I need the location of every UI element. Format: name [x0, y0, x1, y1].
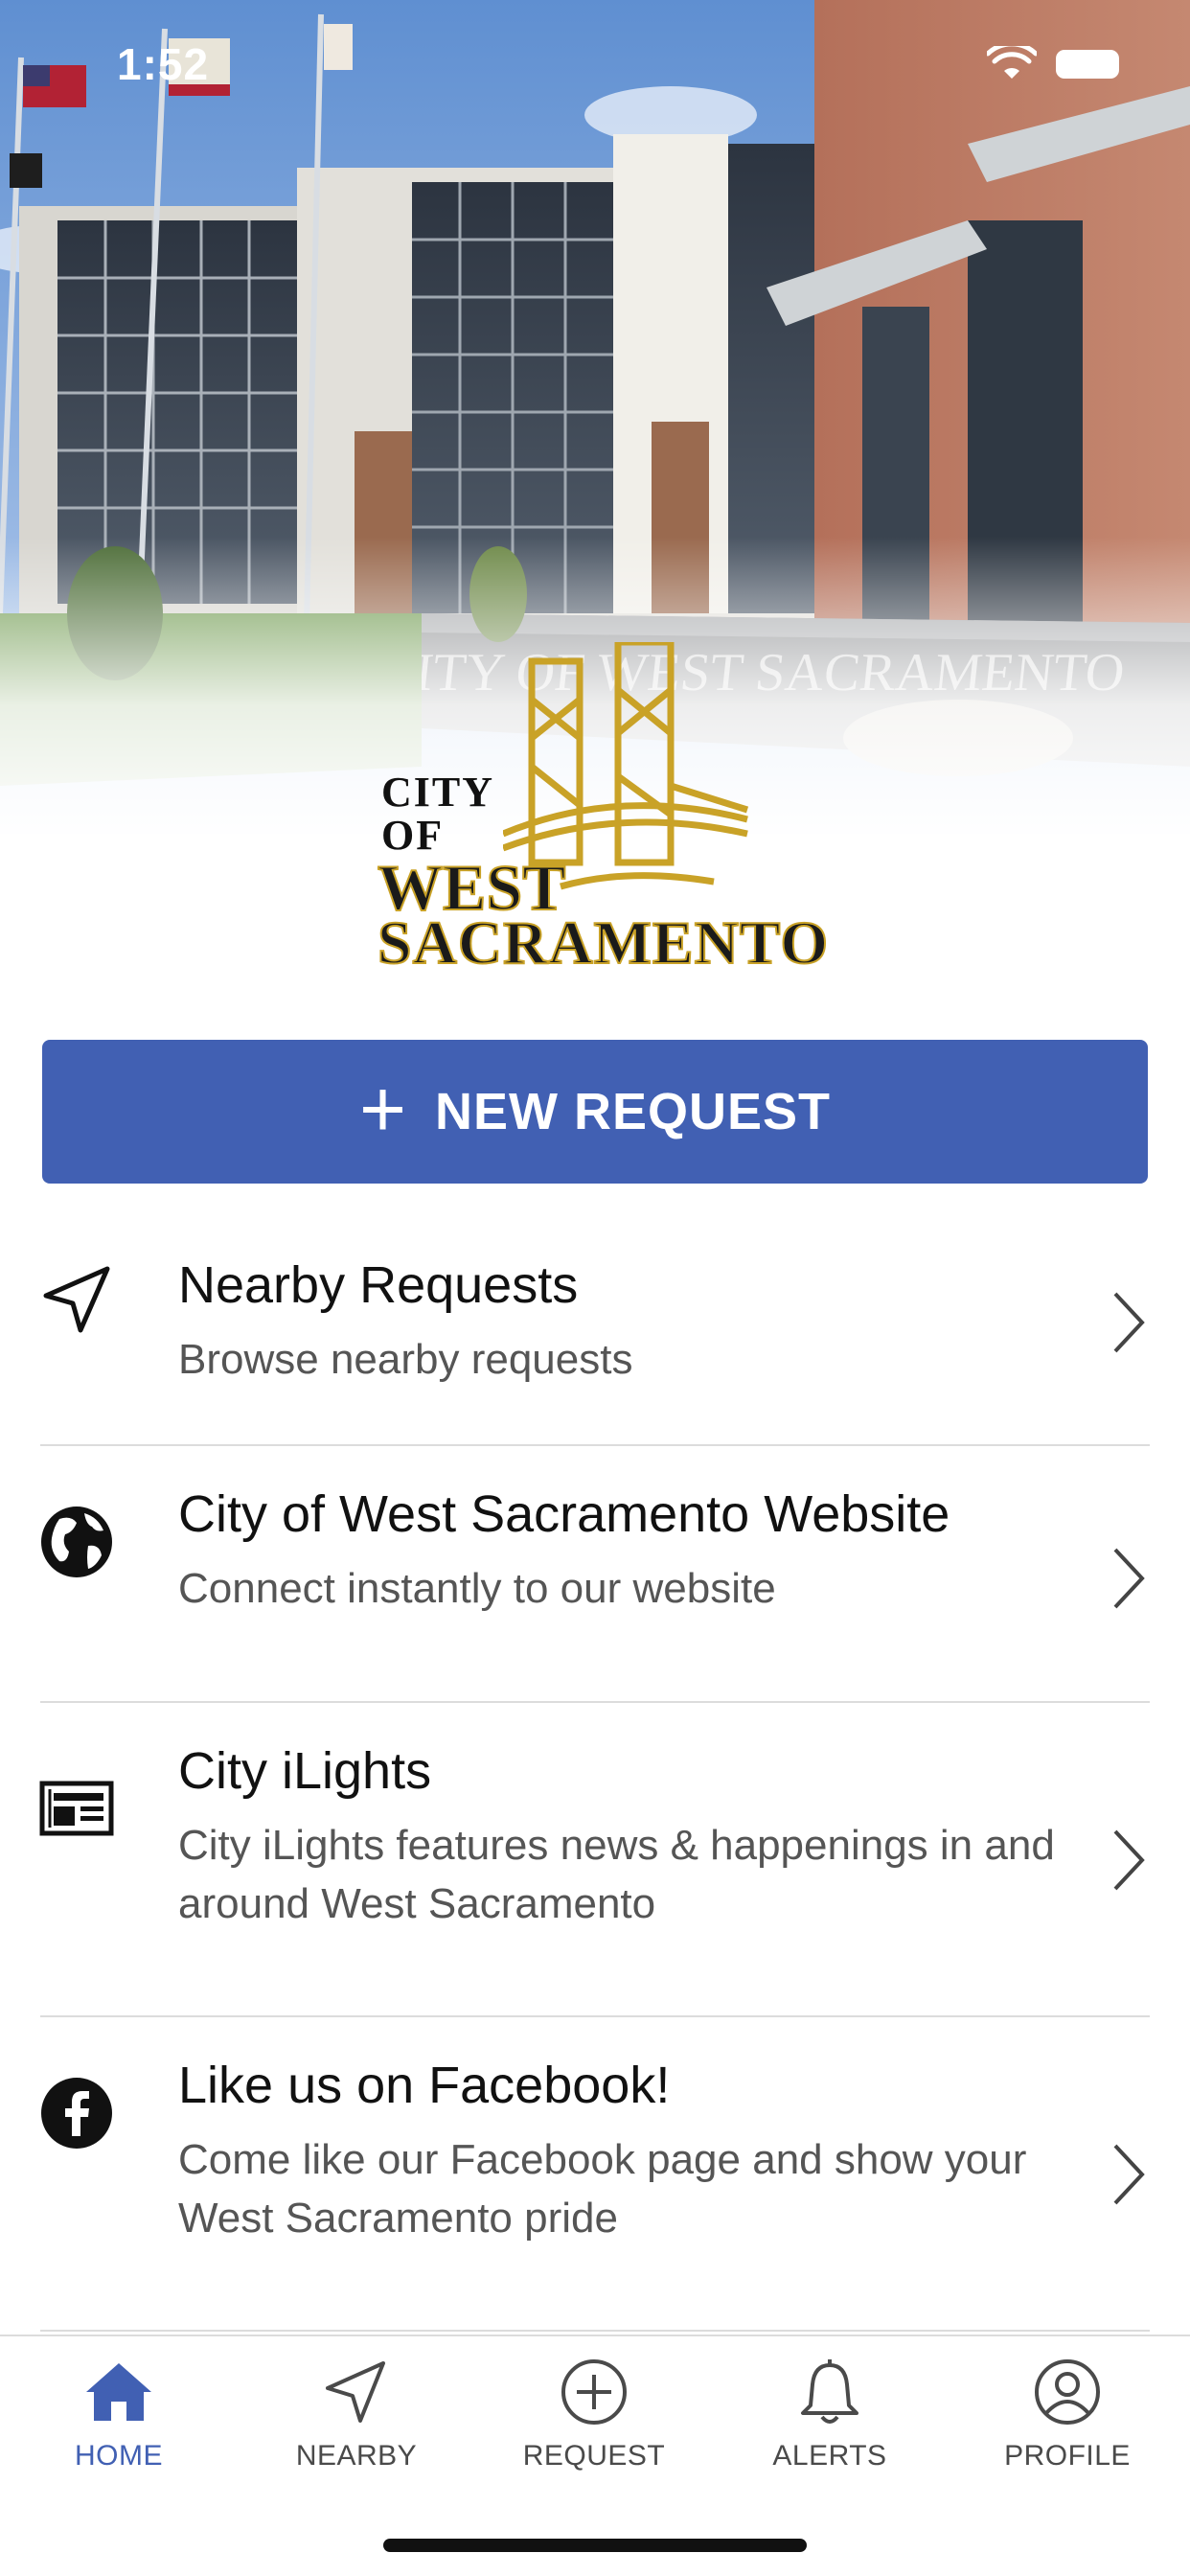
tab-nearby[interactable]: NEARBY [261, 2356, 452, 2490]
list-item-city-website[interactable]: City of West Sacramento Website Connect … [0, 1446, 1190, 1701]
newspaper-icon [39, 1781, 114, 1836]
tab-request[interactable]: REQUEST [498, 2356, 690, 2490]
new-request-button[interactable]: + NEW REQUEST [42, 1040, 1148, 1184]
bell-icon [801, 2359, 858, 2424]
list-item-title: Like us on Facebook! [178, 2057, 671, 2114]
navigation-arrow-icon [43, 1266, 110, 1333]
divider [40, 2330, 1150, 2332]
plus-circle-icon [561, 2359, 627, 2425]
list-item-subtitle: Come like our Facebook page and show you… [178, 2136, 1027, 2242]
logo-line-city: CITY [381, 769, 495, 816]
list-item-title: Nearby Requests [178, 1256, 579, 1314]
battery-icon [1056, 50, 1119, 79]
tab-label: PROFILE [1004, 2440, 1131, 2472]
list-item-city-ilights[interactable]: City iLights City iLights features news … [0, 1703, 1190, 2015]
logo-line-sacramento: SACRAMENTO [377, 908, 830, 977]
home-icon [86, 2363, 151, 2421]
chevron-right-icon [1113, 1292, 1145, 1353]
tab-label: NEARBY [295, 2440, 418, 2472]
chevron-right-icon [1113, 1548, 1145, 1609]
globe-icon [41, 1506, 112, 1577]
tab-home[interactable]: HOME [23, 2356, 215, 2490]
home-indicator [383, 2539, 807, 2552]
list-item-subtitle: City iLights features news & happenings … [178, 1822, 1055, 1927]
tab-label: REQUEST [522, 2440, 666, 2472]
facebook-icon [41, 2078, 112, 2149]
list-item-facebook[interactable]: Like us on Facebook! Come like our Faceb… [0, 2017, 1190, 2330]
chevron-right-icon [1113, 2144, 1145, 2205]
status-time: 1:52 [117, 39, 210, 89]
wifi-icon [987, 46, 1037, 79]
tab-label: HOME [75, 2440, 163, 2472]
chevron-right-icon [1113, 1829, 1145, 1891]
list-item-nearby-requests[interactable]: Nearby Requests Browse nearby requests [0, 1217, 1190, 1445]
list-item-title: City iLights [178, 1742, 432, 1800]
navigation-arrow-icon [326, 2361, 385, 2423]
city-logo: CITY OF WEST SACRAMENTO [374, 632, 829, 978]
list-item-subtitle: Connect instantly to our website [178, 1565, 776, 1612]
list-item-subtitle: Browse nearby requests [178, 1336, 633, 1383]
user-circle-icon [1035, 2359, 1100, 2425]
tab-label: ALERTS [772, 2440, 887, 2472]
tab-alerts[interactable]: ALERTS [734, 2356, 926, 2490]
plus-icon: + [358, 1064, 407, 1154]
list-item-title: City of West Sacramento Website [178, 1485, 950, 1543]
tab-profile[interactable]: PROFILE [972, 2356, 1163, 2490]
new-request-label: NEW REQUEST [435, 1083, 832, 1140]
